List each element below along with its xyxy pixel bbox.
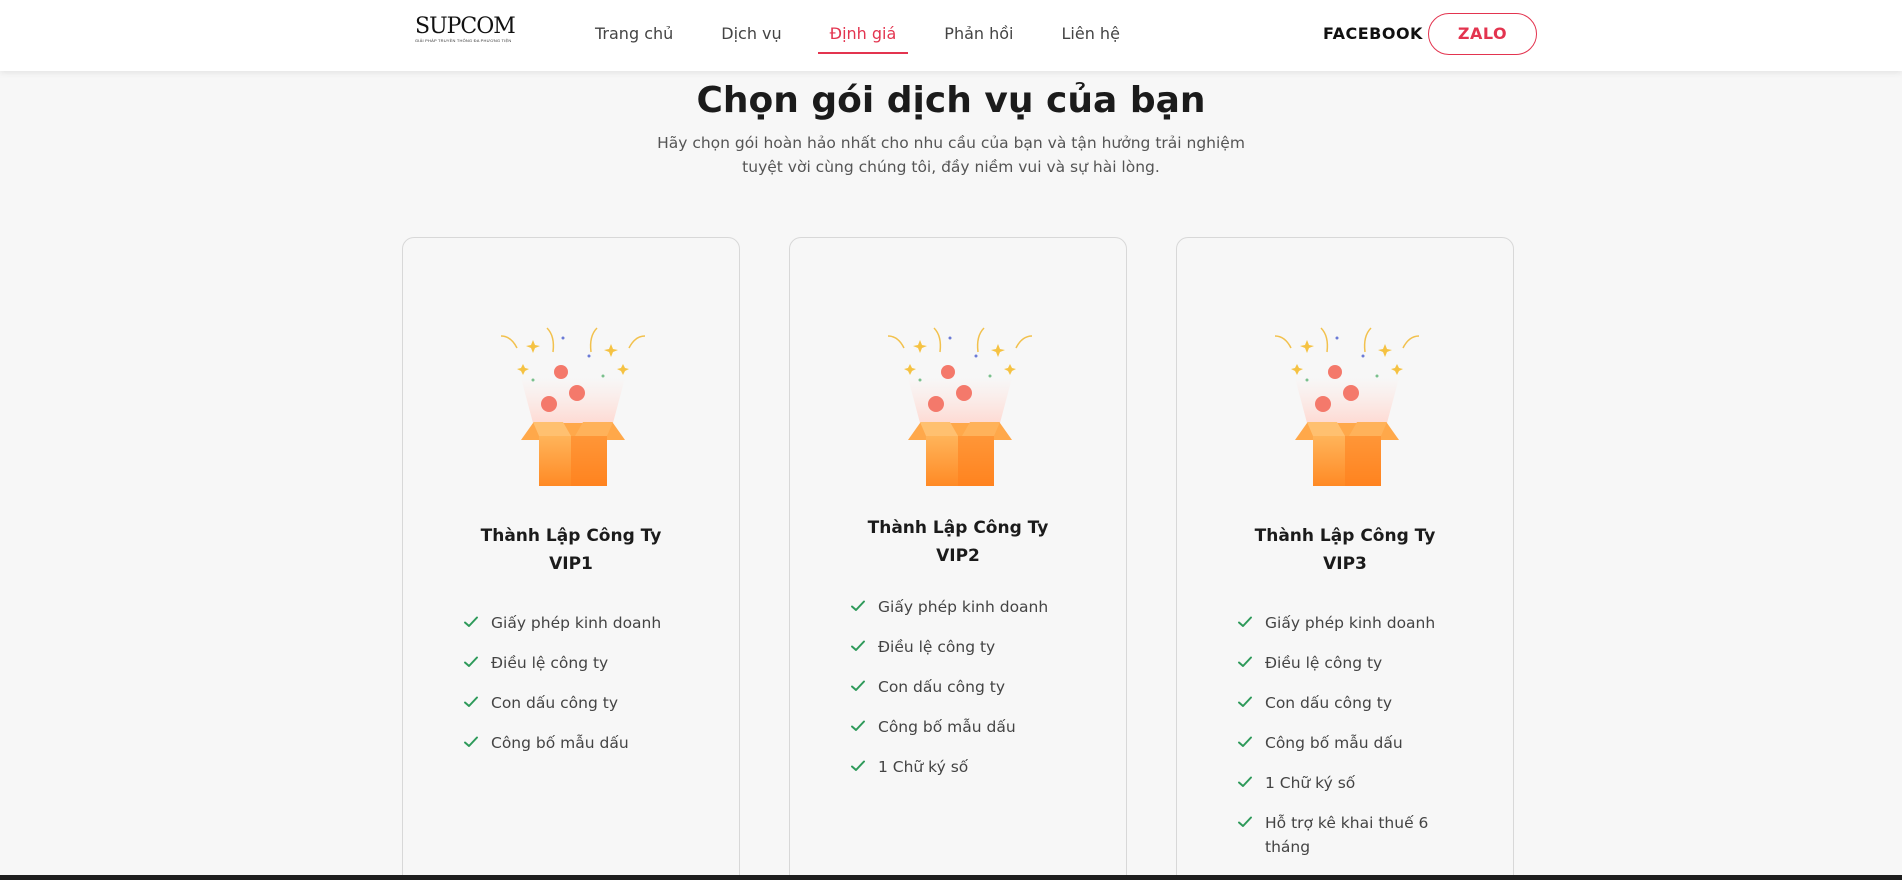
feature-list: Giấy phép kinh doanh Điều lệ công ty Con d…: [1237, 611, 1437, 875]
feature-label: Hỗ trợ kê khai thuế 6 tháng: [1265, 814, 1429, 856]
supcom-logo[interactable]: SUPCOM GIẢI PHÁP TRUYỀN THÔNG ĐA PHƯƠNG …: [415, 14, 516, 50]
feature-label: 1 Chữ ký số: [1265, 774, 1356, 792]
checkmark-icon: [1238, 736, 1252, 747]
feature-item: Giấy phép kinh doanh: [463, 611, 713, 635]
page-title: Chọn gói dịch vụ của bạn: [696, 80, 1206, 121]
subtitle-line-2: tuyệt vời cùng chúng tôi, đầy niềm vui v…: [742, 158, 1160, 176]
footer-edge: [0, 875, 1902, 880]
pricing-card-vip3[interactable]: Thành Lập Công Ty VIP3 Giấy phép kinh do…: [1176, 237, 1514, 880]
feature-label: 1 Chữ ký số: [878, 758, 969, 776]
feature-item: Điều lệ công ty: [463, 651, 713, 675]
plan-title-line-1: Thành Lập Công Ty: [867, 518, 1049, 538]
main-nav: Trang chủ Dịch vụ Định giá Phản hồi Liên…: [595, 0, 1168, 71]
feature-item: Giấy phép kinh doanh: [1237, 611, 1437, 635]
feature-item: Điều lệ công ty: [1237, 651, 1437, 675]
pricing-card-vip1[interactable]: Thành Lập Công Ty VIP1 Giấy phép kinh do…: [402, 237, 740, 880]
nav-item-home[interactable]: Trang chủ: [595, 0, 673, 71]
plan-title: Thành Lập Công Ty VIP3: [1177, 522, 1513, 578]
checkmark-icon: [464, 696, 478, 707]
checkmark-icon: [1238, 696, 1252, 707]
feature-item: Công bố mẫu dấu: [1237, 731, 1437, 755]
plan-title-line-2: VIP1: [549, 554, 593, 574]
plan-title-line-2: VIP2: [936, 546, 980, 566]
feature-list: Giấy phép kinh doanh Điều lệ công ty Con d…: [850, 595, 1100, 795]
feature-label: Con dấu công ty: [878, 678, 1005, 696]
feature-item: Điều lệ công ty: [850, 635, 1100, 659]
checkmark-icon: [851, 640, 865, 651]
plan-title-line-1: Thành Lập Công Ty: [480, 526, 662, 546]
zalo-button[interactable]: ZALO: [1428, 13, 1537, 55]
gift-box-icon: [1267, 318, 1427, 488]
feature-item: Con dấu công ty: [1237, 691, 1437, 715]
logo-tagline: GIẢI PHÁP TRUYỀN THÔNG ĐA PHƯƠNG TIỆN: [415, 38, 512, 43]
feature-label: Công bố mẫu dấu: [1265, 734, 1403, 752]
feature-item: Giấy phép kinh doanh: [850, 595, 1100, 619]
feature-label: Điều lệ công ty: [491, 654, 609, 672]
subtitle-line-1: Hãy chọn gói hoàn hảo nhất cho nhu cầu c…: [657, 134, 1245, 152]
feature-item: Công bố mẫu dấu: [463, 731, 713, 755]
pricing-card-vip2[interactable]: Thành Lập Công Ty VIP2 Giấy phép kinh do…: [789, 237, 1127, 880]
plan-title-line-1: Thành Lập Công Ty: [1254, 526, 1436, 546]
nav-item-feedback[interactable]: Phản hồi: [944, 0, 1013, 71]
feature-label: Con dấu công ty: [1265, 694, 1392, 712]
feature-list: Giấy phép kinh doanh Điều lệ công ty Con d…: [463, 611, 713, 771]
nav-item-contact[interactable]: Liên hệ: [1062, 0, 1120, 71]
checkmark-icon: [1238, 616, 1252, 627]
checkmark-icon: [1238, 656, 1252, 667]
feature-label: Điều lệ công ty: [1265, 654, 1383, 672]
checkmark-icon: [464, 616, 478, 627]
feature-label: Điều lệ công ty: [878, 638, 996, 656]
plan-title: Thành Lập Công Ty VIP1: [403, 522, 739, 578]
checkmark-icon: [851, 720, 865, 731]
checkmark-icon: [1238, 776, 1252, 787]
feature-label: Giấy phép kinh doanh: [1265, 614, 1436, 632]
site-header: SUPCOM GIẢI PHÁP TRUYỀN THÔNG ĐA PHƯƠNG …: [0, 0, 1902, 71]
plan-title: Thành Lập Công Ty VIP2: [790, 514, 1126, 570]
feature-item: Công bố mẫu dấu: [850, 715, 1100, 739]
checkmark-icon: [464, 656, 478, 667]
feature-label: Con dấu công ty: [491, 694, 618, 712]
checkmark-icon: [851, 600, 865, 611]
gift-box-icon: [493, 318, 653, 488]
nav-item-services[interactable]: Dịch vụ: [721, 0, 781, 71]
checkmark-icon: [851, 680, 865, 691]
facebook-link[interactable]: FACEBOOK: [1323, 24, 1423, 43]
plan-title-line-2: VIP3: [1323, 554, 1367, 574]
feature-item: Con dấu công ty: [463, 691, 713, 715]
feature-label: Công bố mẫu dấu: [491, 734, 629, 752]
gift-box-icon: [880, 318, 1040, 488]
feature-item: 1 Chữ ký số: [1237, 771, 1437, 795]
page-subtitle: Hãy chọn gói hoàn hảo nhất cho nhu cầu c…: [651, 131, 1251, 179]
checkmark-icon: [464, 736, 478, 747]
feature-item: Con dấu công ty: [850, 675, 1100, 699]
checkmark-icon: [1238, 816, 1252, 827]
logo-wordmark: SUPCOM: [415, 14, 516, 39]
feature-item: Hỗ trợ kê khai thuế 6 tháng: [1237, 811, 1437, 859]
checkmark-icon: [851, 760, 865, 771]
feature-label: Giấy phép kinh doanh: [878, 598, 1049, 616]
feature-item: 1 Chữ ký số: [850, 755, 1100, 779]
feature-label: Giấy phép kinh doanh: [491, 614, 662, 632]
nav-item-pricing[interactable]: Định giá: [817, 0, 908, 71]
feature-label: Công bố mẫu dấu: [878, 718, 1016, 736]
